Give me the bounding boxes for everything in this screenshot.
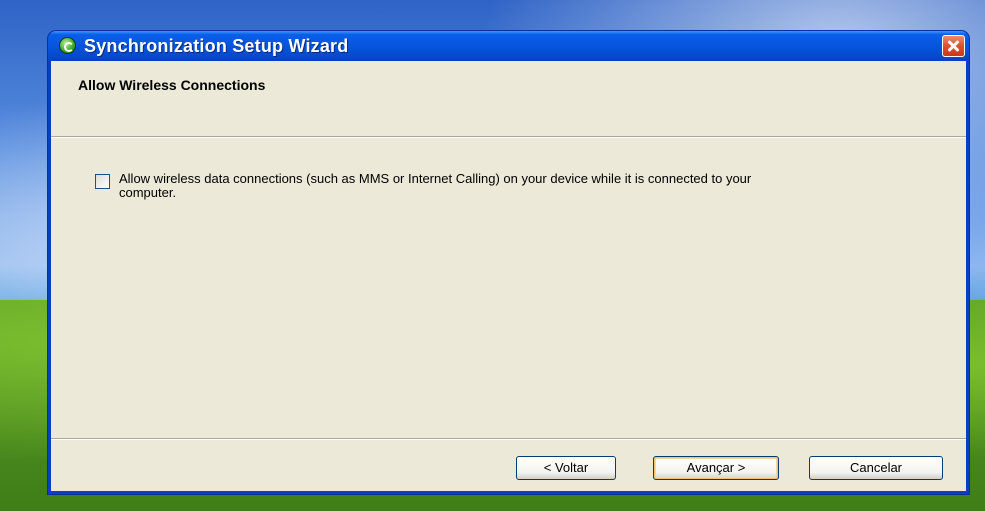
footer-divider bbox=[51, 438, 966, 440]
wizard-header: Allow Wireless Connections bbox=[51, 61, 966, 136]
close-icon[interactable] bbox=[942, 35, 965, 57]
wizard-client-area: Allow Wireless Connections Allow wireles… bbox=[51, 61, 966, 491]
cancel-button[interactable]: Cancelar bbox=[809, 456, 943, 480]
next-button[interactable]: Avançar > bbox=[653, 456, 779, 480]
back-button[interactable]: < Voltar bbox=[516, 456, 616, 480]
sync-app-icon bbox=[59, 37, 76, 54]
window-title: Synchronization Setup Wizard bbox=[84, 36, 349, 56]
title-bar[interactable]: Synchronization Setup Wizard bbox=[48, 31, 969, 61]
wireless-connections-label[interactable]: Allow wireless data connections (such as… bbox=[119, 172, 759, 200]
header-divider bbox=[51, 136, 966, 138]
page-heading: Allow Wireless Connections bbox=[78, 77, 266, 93]
wizard-window: Synchronization Setup Wizard Allow Wirel… bbox=[48, 31, 969, 494]
wireless-connections-checkbox[interactable] bbox=[95, 174, 110, 189]
